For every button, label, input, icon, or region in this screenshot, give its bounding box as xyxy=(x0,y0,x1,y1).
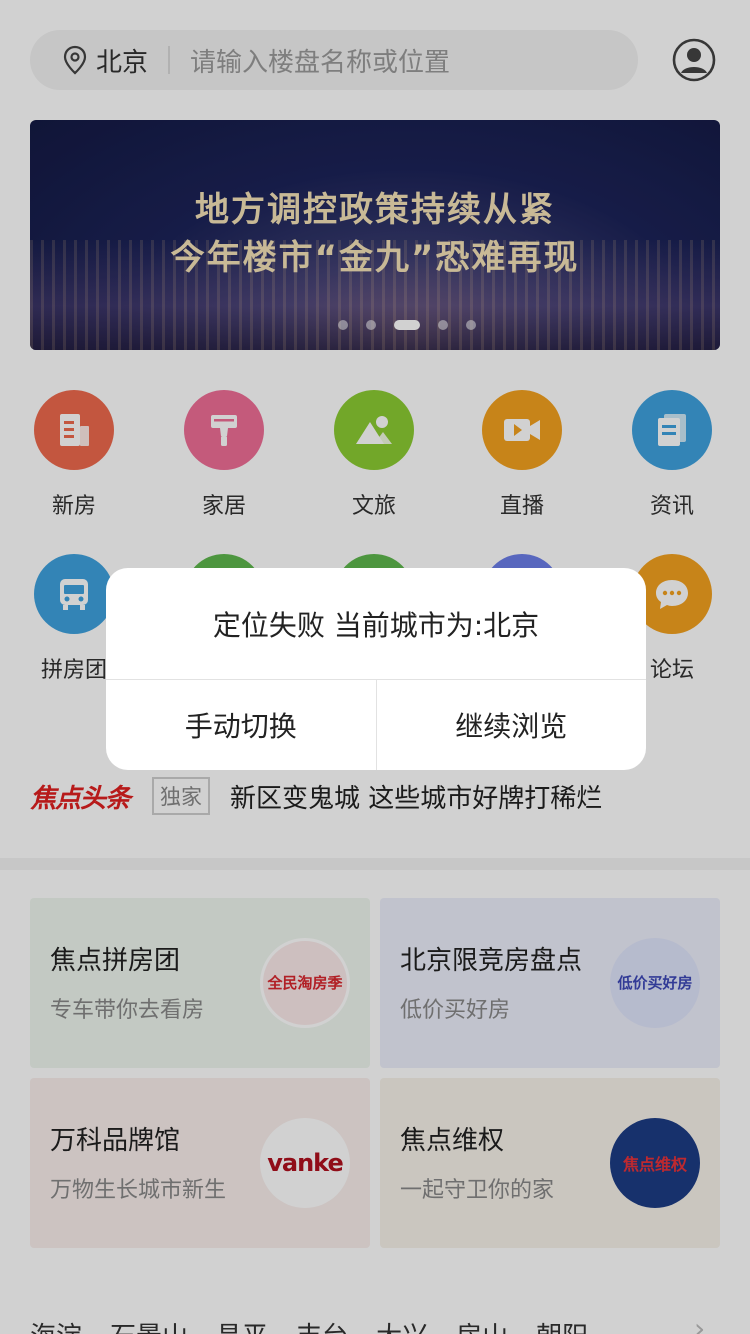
location-failed-dialog: 定位失败 当前城市为:北京 手动切换 继续浏览 xyxy=(106,568,646,770)
dialog-button-row: 手动切换 继续浏览 xyxy=(106,680,646,770)
dialog-message: 定位失败 当前城市为:北京 xyxy=(106,568,646,680)
manual-switch-button[interactable]: 手动切换 xyxy=(106,680,376,770)
continue-browsing-button[interactable]: 继续浏览 xyxy=(375,680,647,770)
